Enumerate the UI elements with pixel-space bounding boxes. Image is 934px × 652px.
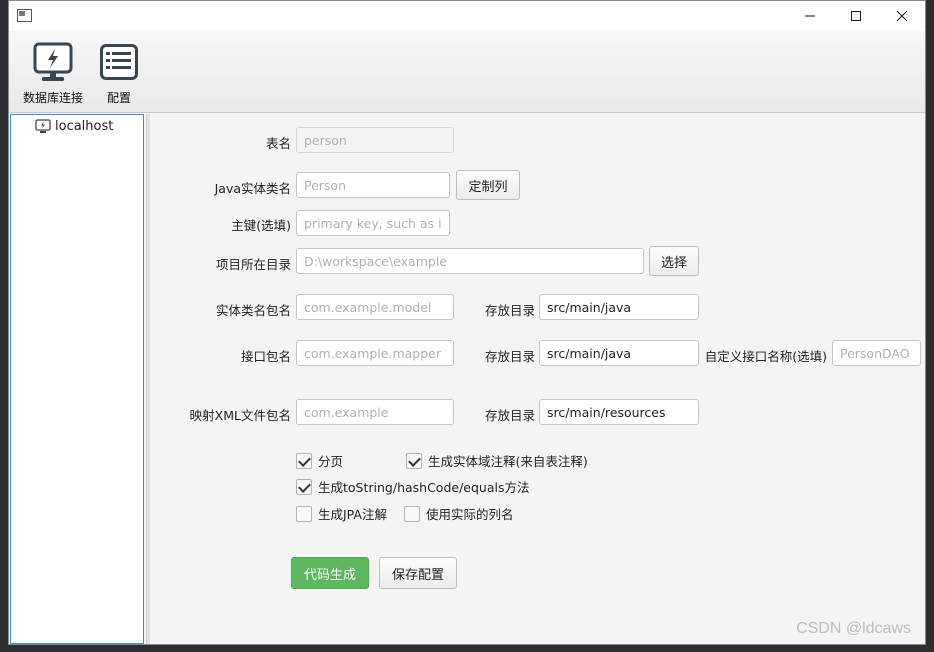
option-label: 生成实体域注释(来自表注释) — [428, 454, 588, 469]
toolbar-database-connection[interactable]: 数据库连接 — [23, 41, 83, 106]
option-entity-comment[interactable]: 生成实体域注释(来自表注释) — [406, 451, 588, 470]
xml-dir-label: 存放目录 — [484, 408, 535, 423]
project-dir-label: 项目所在目录 — [215, 257, 291, 272]
option-actual-column-names[interactable]: 使用实际的列名 — [404, 504, 514, 523]
option-label: 使用实际的列名 — [426, 507, 514, 522]
generate-code-button[interactable]: 代码生成 — [291, 557, 369, 589]
toolbar: 数据库连接 配置 — [9, 31, 925, 113]
option-label: 生成toString/hashCode/equals方法 — [318, 480, 530, 495]
entity-package-label: 实体类名包名 — [215, 303, 291, 318]
primary-key-input[interactable] — [296, 210, 450, 236]
project-dir-input[interactable] — [296, 248, 644, 274]
close-icon — [896, 10, 908, 22]
mapper-dir-input[interactable] — [539, 340, 699, 366]
option-pagination[interactable]: 分页 — [296, 451, 343, 470]
tree-item-localhost[interactable]: localhost — [35, 119, 113, 134]
maximize-icon — [851, 11, 861, 21]
mapper-package-label: 接口包名 — [240, 349, 291, 364]
save-config-button[interactable]: 保存配置 — [379, 557, 457, 589]
connection-tree[interactable]: localhost — [10, 114, 144, 644]
xml-dir-input[interactable] — [539, 399, 699, 425]
choose-dir-button[interactable]: 选择 — [649, 246, 699, 276]
database-connection-icon — [33, 42, 73, 81]
config-list-icon — [100, 44, 138, 80]
entity-dir-label: 存放目录 — [484, 303, 535, 318]
close-button[interactable] — [879, 1, 925, 31]
entity-package-input[interactable] — [296, 294, 454, 320]
option-jpa-annotation[interactable]: 生成JPA注解 — [296, 504, 387, 523]
table-name-label: 表名 — [265, 136, 291, 151]
entity-class-label: Java实体类名 — [214, 181, 291, 196]
toolbar-database-connection-label: 数据库连接 — [23, 91, 84, 105]
split-divider[interactable] — [146, 114, 150, 644]
checkbox[interactable] — [406, 452, 422, 469]
minimize-icon — [805, 15, 815, 17]
xml-package-input[interactable] — [296, 399, 454, 425]
primary-key-label: 主键(选填) — [231, 218, 291, 233]
maximize-button[interactable] — [833, 1, 879, 31]
option-tostring-hashcode-equals[interactable]: 生成toString/hashCode/equals方法 — [296, 477, 530, 496]
generator-form: 表名 Java实体类名 定制列 主键(选填) 项目所在目录 选择 实体类名包名 … — [151, 114, 925, 644]
checkbox[interactable] — [404, 505, 420, 522]
custom-interface-label: 自定义接口名称(选填) — [704, 349, 827, 364]
option-label: 生成JPA注解 — [318, 507, 387, 522]
customize-columns-button[interactable]: 定制列 — [456, 170, 520, 200]
toolbar-config-label: 配置 — [106, 91, 131, 105]
tree-item-label: localhost — [55, 119, 114, 134]
entity-class-input[interactable] — [296, 172, 450, 198]
checkbox[interactable] — [296, 478, 312, 495]
server-icon — [35, 119, 51, 133]
minimize-button[interactable] — [787, 1, 833, 31]
app-window: 数据库连接 配置 localhost 表名 person Java实体类名 Pe… — [8, 0, 926, 645]
app-icon — [17, 9, 32, 22]
table-name-input[interactable] — [296, 127, 454, 153]
mapper-dir-label: 存放目录 — [484, 349, 535, 364]
title-bar[interactable] — [9, 1, 925, 31]
checkbox[interactable] — [296, 505, 312, 522]
xml-package-label: 映射XML文件包名 — [189, 408, 291, 423]
custom-interface-input[interactable] — [832, 340, 921, 366]
entity-dir-input[interactable] — [539, 294, 699, 320]
toolbar-config[interactable]: 配置 — [97, 41, 141, 106]
watermark: CSDN @ldcaws — [796, 620, 911, 637]
checkbox[interactable] — [296, 452, 312, 469]
option-label: 分页 — [318, 454, 344, 469]
mapper-package-input[interactable] — [296, 340, 454, 366]
